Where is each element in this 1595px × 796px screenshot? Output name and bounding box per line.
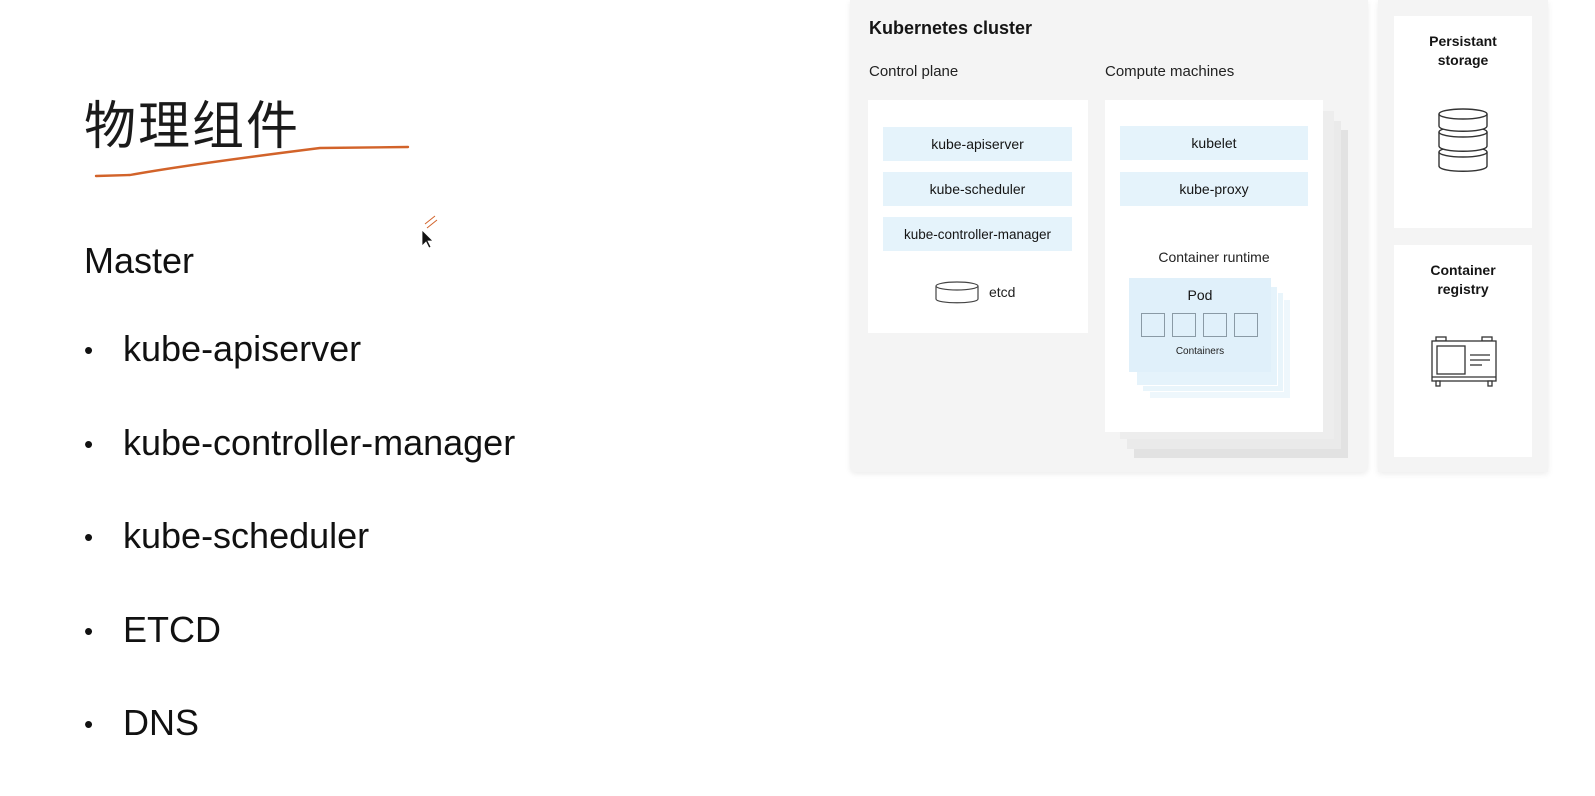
master-heading: Master bbox=[84, 240, 195, 281]
external-services-panel: Persistant storage Container registry bbox=[1378, 0, 1548, 472]
master-component-list: • kube-apiserver • kube-controller-manager… bbox=[84, 328, 515, 796]
kube-scheduler-box: kube-scheduler bbox=[883, 172, 1072, 206]
bullet-icon: • bbox=[84, 428, 94, 459]
registry-server-icon bbox=[1431, 336, 1497, 387]
list-item: • kube-apiserver bbox=[84, 328, 515, 422]
containers-label: Containers bbox=[1175, 346, 1225, 357]
storage-database-icon bbox=[1438, 108, 1488, 172]
kube-apiserver-box: kube-apiserver bbox=[883, 127, 1072, 161]
storage-title-line1: Persistant bbox=[1429, 33, 1497, 49]
container-square bbox=[1172, 313, 1196, 337]
list-item-label: DNS bbox=[123, 702, 200, 743]
list-item: • DNS bbox=[84, 702, 515, 796]
container-registry-card: Container registry bbox=[1394, 245, 1532, 457]
list-item: • kube-controller-manager bbox=[84, 422, 515, 516]
kube-controller-manager-box: kube-controller-manager bbox=[883, 217, 1072, 251]
registry-title-line1: Container bbox=[1430, 262, 1496, 278]
compute-machine-card: kubelet kube-proxy Container runtime Pod… bbox=[1105, 100, 1323, 432]
kubernetes-cluster-panel: Kubernetes cluster Control plane Compute… bbox=[850, 0, 1368, 472]
bullet-icon: • bbox=[84, 335, 94, 365]
list-item-label: ETCD bbox=[123, 608, 221, 650]
cluster-title: Kubernetes cluster bbox=[869, 18, 1033, 38]
control-plane-label: Control plane bbox=[869, 63, 959, 80]
pod-box: Pod Containers bbox=[1129, 278, 1271, 372]
registry-title-line2: registry bbox=[1437, 281, 1489, 297]
list-item-label: kube-scheduler bbox=[123, 515, 370, 556]
pod-label: Pod bbox=[1187, 287, 1213, 303]
container-runtime-label: Container runtime bbox=[1158, 249, 1270, 265]
handwritten-underline bbox=[94, 145, 410, 178]
list-item: • kube-scheduler bbox=[84, 515, 515, 609]
storage-title-line2: storage bbox=[1437, 52, 1489, 68]
etcd-label: etcd bbox=[989, 284, 1016, 300]
list-item-label: kube-controller-manager bbox=[123, 421, 516, 463]
bullet-icon: • bbox=[84, 522, 94, 552]
kube-proxy-box: kube-proxy bbox=[1120, 172, 1308, 206]
kubelet-box: kubelet bbox=[1120, 126, 1308, 160]
container-square bbox=[1203, 313, 1227, 337]
container-square bbox=[1141, 313, 1165, 337]
control-plane-card: kube-apiserver kube-scheduler kube-contr… bbox=[868, 100, 1088, 333]
etcd-database-icon bbox=[935, 281, 979, 304]
container-square bbox=[1234, 313, 1258, 337]
compute-machines-label: Compute machines bbox=[1105, 63, 1235, 80]
list-item: • ETCD bbox=[84, 609, 515, 703]
persistent-storage-card: Persistant storage bbox=[1394, 16, 1532, 228]
bullet-icon: • bbox=[84, 615, 94, 646]
mouse-pointer-icon bbox=[421, 215, 438, 249]
bullet-icon: • bbox=[84, 709, 94, 739]
list-item-label: kube-apiserver bbox=[123, 328, 362, 369]
